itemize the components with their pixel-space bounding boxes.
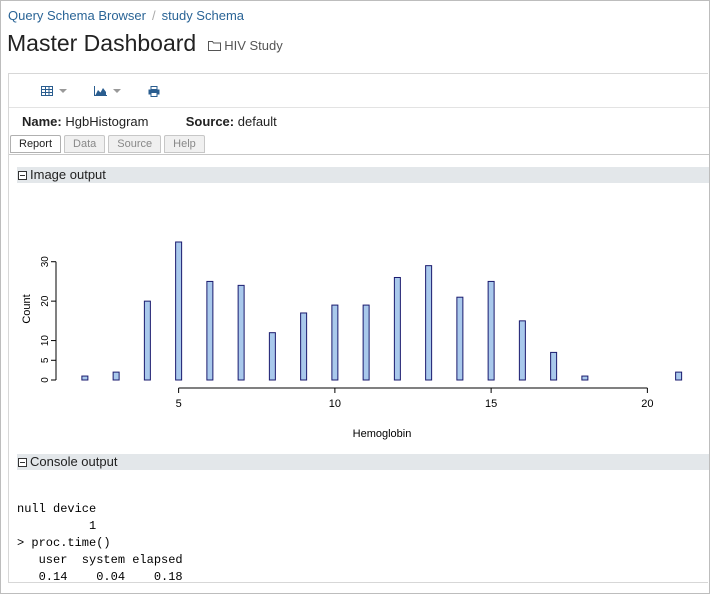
histogram-bar xyxy=(456,296,464,381)
collapse-icon[interactable] xyxy=(18,457,27,467)
x-axis-label: Hemoglobin xyxy=(353,428,412,440)
histogram-bar xyxy=(425,265,433,381)
folder-icon xyxy=(208,41,222,51)
folder-link-label: HIV Study xyxy=(224,38,283,53)
histogram-bar xyxy=(518,320,526,381)
console-line: null device xyxy=(17,502,97,516)
image-output-label: Image output xyxy=(30,167,106,182)
x-tick-label: 10 xyxy=(329,398,341,410)
console-output-label: Console output xyxy=(30,454,118,469)
histogram-bar xyxy=(362,304,370,381)
histogram-bar xyxy=(143,300,151,381)
breadcrumb-query-schema-browser[interactable]: Query Schema Browser xyxy=(8,8,146,23)
title-row: Master Dashboard HIV Study xyxy=(7,30,283,57)
histogram-bar xyxy=(81,375,89,381)
histogram-bar xyxy=(487,280,495,381)
histogram-bar xyxy=(581,375,589,381)
y-tick-label: 30 xyxy=(40,256,51,268)
console-output: null device 1 > proc.time() user system e… xyxy=(17,484,183,594)
source-value: default xyxy=(237,114,277,129)
x-tick-label: 20 xyxy=(641,398,653,410)
y-tick-label: 5 xyxy=(40,357,51,363)
histogram-chart: 0 5 10 20 30 5 10 15 20 Hemoglobin Count xyxy=(21,241,683,440)
print-button[interactable] xyxy=(148,83,160,99)
histogram-bar xyxy=(206,280,214,381)
breadcrumb: Query Schema Browser / study Schema xyxy=(8,8,244,23)
collapse-icon[interactable] xyxy=(18,170,27,180)
image-output-header[interactable]: Image output xyxy=(17,167,709,183)
histogram-bar xyxy=(112,371,120,381)
y-tick-label: 20 xyxy=(40,295,51,307)
console-line: > proc.time() xyxy=(17,536,111,550)
histogram-bar xyxy=(300,312,308,381)
tab-data[interactable]: Data xyxy=(64,135,106,153)
grid-view-button[interactable] xyxy=(41,83,67,99)
print-icon xyxy=(148,85,160,97)
tab-divider xyxy=(9,154,709,155)
grid-icon xyxy=(41,86,53,96)
name-value: HgbHistogram xyxy=(65,114,149,129)
tab-source[interactable]: Source xyxy=(108,135,162,153)
x-tick-label: 5 xyxy=(176,398,182,410)
console-line: 1 xyxy=(17,519,97,533)
histogram-bar xyxy=(237,284,245,381)
chart-menu-button[interactable] xyxy=(94,83,121,99)
console-line: 0.14 0.04 0.18 xyxy=(17,570,183,584)
chart-icon xyxy=(94,86,107,96)
breadcrumb-study-schema[interactable]: study Schema xyxy=(162,8,244,23)
source-label: Source: xyxy=(185,114,235,129)
tab-help[interactable]: Help xyxy=(164,135,205,153)
histogram-bar xyxy=(675,371,683,381)
chart-bars xyxy=(81,241,683,381)
page-title: Master Dashboard xyxy=(7,30,197,56)
breadcrumb-separator: / xyxy=(152,8,156,23)
histogram-bar xyxy=(331,304,339,381)
histogram-bar xyxy=(268,332,276,381)
y-tick-label: 0 xyxy=(40,377,51,383)
y-axis-label: Count xyxy=(21,294,33,323)
histogram-bar xyxy=(393,276,401,381)
console-output-header[interactable]: Console output xyxy=(17,454,709,470)
report-tabs: Report Data Source Help xyxy=(10,135,208,153)
chevron-down-icon xyxy=(113,89,121,93)
histogram-bar xyxy=(175,241,183,381)
tab-report[interactable]: Report xyxy=(10,135,62,153)
report-meta: Name: HgbHistogram Source: default xyxy=(22,114,277,129)
histogram-bar xyxy=(550,351,558,381)
x-tick-label: 15 xyxy=(485,398,497,410)
chart-axes: 0 5 10 20 30 5 10 15 20 xyxy=(40,256,654,410)
toolbar xyxy=(9,74,709,108)
console-line: user system elapsed xyxy=(17,553,183,567)
y-tick-label: 10 xyxy=(40,335,51,347)
chevron-down-icon xyxy=(59,89,67,93)
folder-link[interactable]: HIV Study xyxy=(208,38,283,53)
name-label: Name: xyxy=(22,114,62,129)
